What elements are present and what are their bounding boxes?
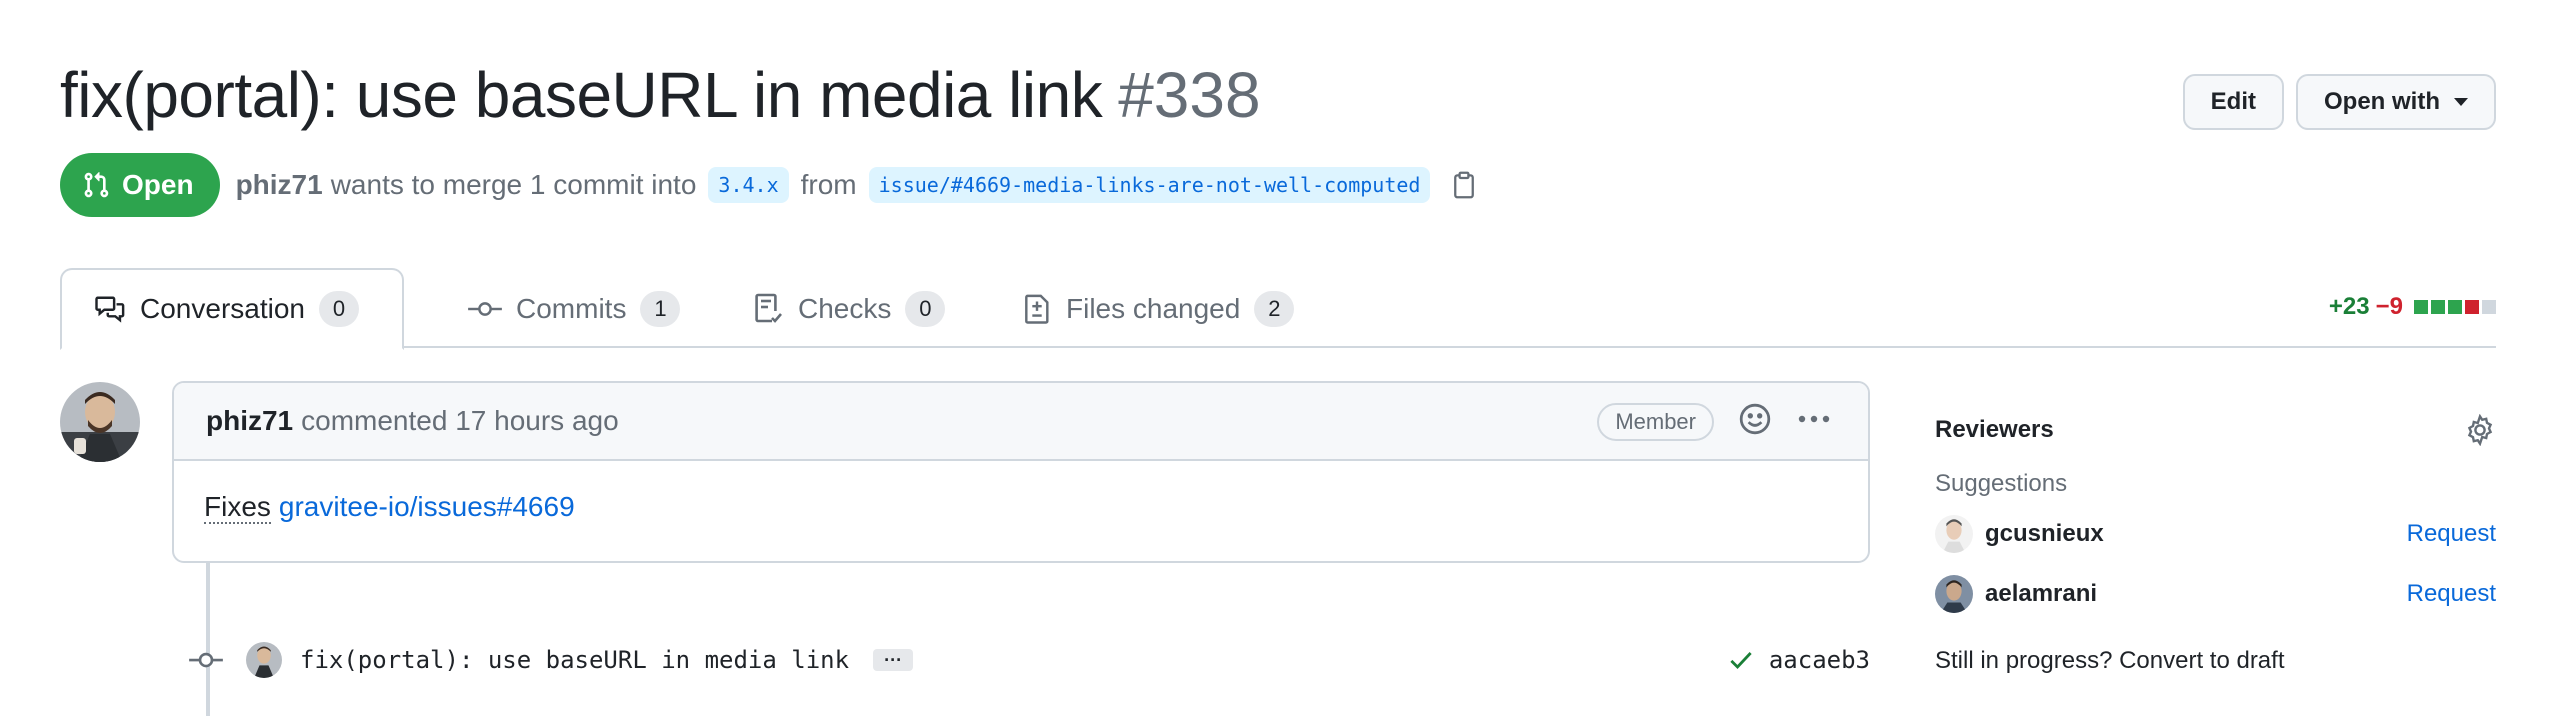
tab-label: Commits	[516, 293, 627, 324]
pr-number: #338	[1118, 59, 1261, 131]
diff-block	[2465, 300, 2479, 314]
diff-block	[2448, 300, 2462, 314]
reviewer-row: gcusnieux Request	[1935, 504, 2496, 564]
tab-commits[interactable]: Commits 1	[436, 268, 712, 350]
tab-conversation[interactable]: Conversation 0	[60, 268, 404, 350]
comment-timestamp[interactable]: commented 17 hours ago	[301, 405, 619, 437]
commit-expand-button[interactable]: ···	[873, 649, 914, 671]
pr-author-link[interactable]: phiz71	[236, 169, 323, 201]
edit-button[interactable]: Edit	[2182, 74, 2284, 130]
commit-author-avatar[interactable]	[246, 642, 282, 678]
gear-icon[interactable]	[2464, 413, 2496, 453]
comment-body: Fixes gravitee-io/issues#4669	[174, 461, 1868, 553]
copy-icon[interactable]	[1450, 170, 1478, 200]
commit-sha-link[interactable]: aacaeb3	[1769, 646, 1870, 674]
comment-box: phiz71 commented 17 hours ago Member Fix…	[172, 381, 1870, 563]
diff-additions: +23	[2328, 293, 2370, 320]
git-commit-icon	[468, 302, 502, 316]
request-review-button[interactable]: Request	[2407, 580, 2496, 608]
open-with-button[interactable]: Open with	[2296, 74, 2496, 130]
check-icon[interactable]	[1727, 646, 1755, 674]
header-actions: Edit Open with	[2182, 74, 2496, 130]
comment-author-link[interactable]: phiz71	[206, 405, 293, 437]
fixes-keyword[interactable]: Fixes	[204, 491, 271, 524]
diff-block	[2414, 300, 2428, 314]
reviewers-heading-label: Reviewers	[1935, 416, 2054, 443]
issue-link[interactable]: gravitee-io/issues#4669	[279, 491, 575, 522]
comment-header: phiz71 commented 17 hours ago Member	[174, 383, 1868, 461]
diff-deletions: −9	[2375, 293, 2403, 320]
file-diff-icon	[1025, 294, 1049, 324]
head-branch[interactable]: issue/#4669-media-links-are-not-well-com…	[868, 167, 1431, 203]
commit-sha-group: aacaeb3	[1727, 640, 1870, 680]
sidebar: Reviewers Suggestions gcusnieux Request	[1935, 400, 2496, 686]
commit-row: fix(portal): use baseURL in media link ·…	[188, 640, 1870, 680]
caret-down-icon	[2454, 98, 2468, 106]
reviewer-row: aelamrani Request	[1935, 564, 2496, 624]
tab-files-changed[interactable]: Files changed 2	[990, 268, 1326, 350]
commit-message-link[interactable]: fix(portal): use baseURL in media link	[300, 646, 849, 674]
pr-title: fix(portal): use baseURL in media link	[60, 59, 1103, 131]
reviewer-name[interactable]: aelamrani	[1985, 580, 2097, 608]
diff-block	[2431, 300, 2445, 314]
request-review-button[interactable]: Request	[2407, 520, 2496, 548]
smiley-icon[interactable]	[1738, 402, 1772, 443]
tab-counter: 0	[905, 291, 946, 327]
state-badge: Open	[60, 153, 220, 217]
base-branch[interactable]: 3.4.x	[708, 167, 789, 203]
suggestions-label: Suggestions	[1935, 470, 2068, 497]
reviewer-avatar[interactable]	[1935, 515, 1973, 553]
from-text: from	[800, 169, 857, 200]
tab-label: Files changed	[1066, 293, 1241, 324]
tab-label: Checks	[798, 293, 892, 324]
tab-counter: 0	[318, 291, 359, 327]
tab-checks[interactable]: Checks 0	[720, 268, 977, 350]
state-label: Open	[122, 169, 194, 200]
comment-discussion-icon	[95, 296, 125, 323]
checklist-icon	[755, 293, 782, 323]
reviewer-avatar[interactable]	[1935, 575, 1973, 613]
diffstat[interactable]: +23 −9	[2329, 293, 2496, 321]
convert-to-draft-link[interactable]: Still in progress? Convert to draft	[1935, 636, 2496, 686]
member-badge: Member	[1597, 403, 1714, 441]
avatar[interactable]	[60, 382, 140, 462]
diff-block	[2482, 300, 2496, 314]
pr-tabs: Conversation 0 Commits 1 Checks 0 Files …	[60, 268, 2496, 350]
pr-meta: Open phiz71 wants to merge 1 commit into…	[60, 153, 1478, 217]
tab-counter: 2	[1254, 291, 1295, 327]
pr-title-row: fix(portal): use baseURL in media link #…	[60, 58, 1261, 132]
git-commit-icon	[189, 652, 223, 668]
git-pull-request-icon	[84, 172, 109, 198]
merge-text: wants to merge 1 commit into	[330, 169, 697, 200]
reviewers-heading[interactable]: Reviewers	[1935, 400, 2496, 460]
comment-actions: Member	[1597, 383, 1832, 461]
reviewer-name[interactable]: gcusnieux	[1985, 520, 2104, 548]
tab-counter: 1	[640, 291, 681, 327]
kebab-horizontal-icon[interactable]	[1796, 402, 1832, 443]
tab-label: Conversation	[140, 293, 305, 324]
open-with-label: Open with	[2324, 88, 2440, 115]
